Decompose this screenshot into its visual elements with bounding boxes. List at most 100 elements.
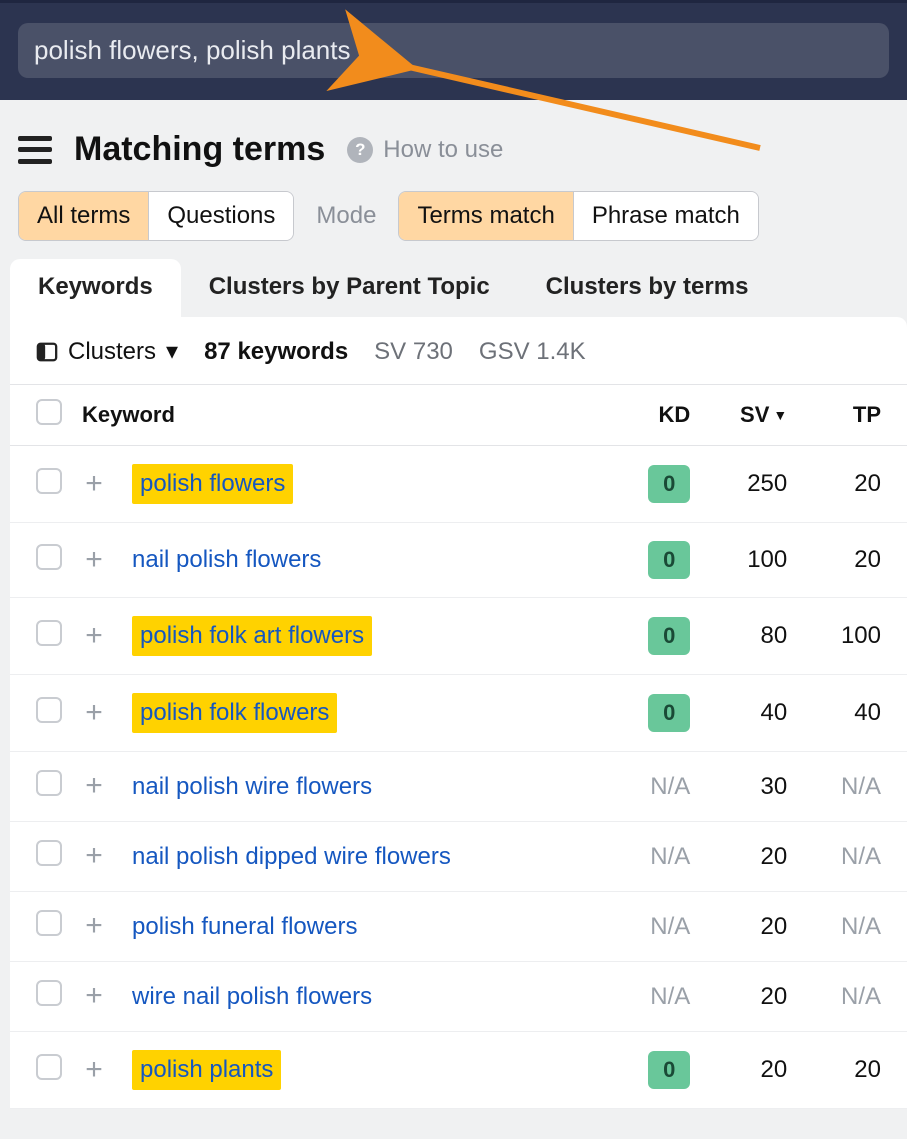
filter-group: All terms Questions: [18, 191, 294, 241]
row-checkbox[interactable]: [36, 544, 62, 570]
kd-badge: 0: [648, 1051, 690, 1089]
table-row: + polish plants 0 2020: [10, 1032, 907, 1109]
sv-value: 20: [700, 1032, 797, 1109]
table-row: + nail polish dipped wire flowers N/A 20 N/A: [10, 822, 907, 892]
keywords-table: Keyword KD SV▼ TP +polish flowers025020+…: [10, 384, 907, 1109]
col-sv-label: SV: [740, 402, 769, 428]
controls-row: All terms Questions Mode Terms match Phr…: [0, 191, 907, 259]
sv-total: SV 730: [374, 338, 453, 366]
keyword-link[interactable]: nail polish flowers: [132, 546, 321, 573]
table-row: + polish flowers 0 25020: [10, 446, 907, 523]
col-keyword[interactable]: Keyword: [72, 385, 611, 446]
mode-label: Mode: [316, 202, 376, 230]
tp-value: 20: [797, 446, 907, 523]
tp-value: N/A: [841, 843, 881, 870]
how-to-use-link[interactable]: ? How to use: [347, 136, 503, 164]
tab-all-terms[interactable]: All terms: [19, 192, 149, 240]
sv-value: 30: [700, 752, 797, 822]
table-row: + nail polish wire flowers N/A 30 N/A: [10, 752, 907, 822]
keyword-link[interactable]: nail polish wire flowers: [132, 773, 372, 800]
tp-value: 20: [797, 523, 907, 598]
sv-value: 100: [700, 523, 797, 598]
chevron-down-icon: ▾: [166, 337, 178, 366]
keyword-link[interactable]: polish plants: [132, 1050, 281, 1090]
keyword-link[interactable]: polish folk art flowers: [132, 616, 372, 656]
sort-desc-icon: ▼: [773, 407, 787, 423]
col-kd[interactable]: KD: [611, 385, 700, 446]
expand-icon[interactable]: +: [82, 841, 106, 871]
keyword-count: 87 keywords: [204, 338, 348, 366]
tp-value: 40: [797, 675, 907, 752]
tab-questions[interactable]: Questions: [149, 192, 293, 240]
tab-clusters-parent[interactable]: Clusters by Parent Topic: [181, 259, 518, 317]
kd-badge: 0: [648, 694, 690, 732]
kd-badge: 0: [648, 541, 690, 579]
expand-icon[interactable]: +: [82, 545, 106, 575]
sv-value: 40: [700, 675, 797, 752]
row-checkbox[interactable]: [36, 1054, 62, 1080]
tab-keywords[interactable]: Keywords: [10, 259, 181, 317]
expand-icon[interactable]: +: [82, 698, 106, 728]
sv-value: 20: [700, 962, 797, 1032]
view-tabs: Keywords Clusters by Parent Topic Cluste…: [0, 259, 907, 317]
gsv-total: GSV 1.4K: [479, 338, 586, 366]
col-sv[interactable]: SV▼: [700, 385, 797, 446]
tab-clusters-terms[interactable]: Clusters by terms: [518, 259, 777, 317]
mode-group: Terms match Phrase match: [398, 191, 758, 241]
col-tp[interactable]: TP: [797, 385, 907, 446]
help-icon: ?: [347, 137, 373, 163]
tp-value: 100: [797, 598, 907, 675]
sv-value: 20: [700, 822, 797, 892]
table-row: + polish folk art flowers 0 80100: [10, 598, 907, 675]
clusters-dropdown[interactable]: Clusters ▾: [36, 337, 178, 366]
sidebar-icon: [36, 341, 58, 363]
table-row: + wire nail polish flowers N/A 20 N/A: [10, 962, 907, 1032]
sv-value: 250: [700, 446, 797, 523]
sv-value: 80: [700, 598, 797, 675]
search-input[interactable]: [18, 23, 889, 78]
keyword-link[interactable]: polish flowers: [132, 464, 293, 504]
table-row: + nail polish flowers 0 10020: [10, 523, 907, 598]
expand-icon[interactable]: +: [82, 469, 106, 499]
page-title: Matching terms: [74, 130, 325, 169]
row-checkbox[interactable]: [36, 980, 62, 1006]
menu-icon[interactable]: [18, 136, 52, 164]
expand-icon[interactable]: +: [82, 981, 106, 1011]
keyword-link[interactable]: nail polish dipped wire flowers: [132, 843, 451, 870]
keyword-link[interactable]: wire nail polish flowers: [132, 983, 372, 1010]
tp-value: N/A: [841, 913, 881, 940]
kd-badge: 0: [648, 617, 690, 655]
expand-icon[interactable]: +: [82, 771, 106, 801]
tab-phrase-match[interactable]: Phrase match: [574, 192, 758, 240]
expand-icon[interactable]: +: [82, 1055, 106, 1085]
results-panel: Clusters ▾ 87 keywords SV 730 GSV 1.4K K…: [10, 317, 907, 1109]
kd-value: N/A: [650, 773, 690, 800]
row-checkbox[interactable]: [36, 770, 62, 796]
tp-value: 20: [797, 1032, 907, 1109]
tab-terms-match[interactable]: Terms match: [399, 192, 573, 240]
kd-value: N/A: [650, 983, 690, 1010]
stats-row: Clusters ▾ 87 keywords SV 730 GSV 1.4K: [10, 317, 907, 384]
clusters-label: Clusters: [68, 338, 156, 366]
tp-value: N/A: [841, 773, 881, 800]
row-checkbox[interactable]: [36, 620, 62, 646]
select-all-checkbox[interactable]: [36, 399, 62, 425]
table-row: + polish folk flowers 0 4040: [10, 675, 907, 752]
row-checkbox[interactable]: [36, 840, 62, 866]
row-checkbox[interactable]: [36, 468, 62, 494]
top-bar: [0, 0, 907, 100]
tp-value: N/A: [841, 983, 881, 1010]
table-row: + polish funeral flowers N/A 20 N/A: [10, 892, 907, 962]
keyword-link[interactable]: polish folk flowers: [132, 693, 337, 733]
expand-icon[interactable]: +: [82, 621, 106, 651]
keyword-link[interactable]: polish funeral flowers: [132, 913, 357, 940]
expand-icon[interactable]: +: [82, 911, 106, 941]
sv-value: 20: [700, 892, 797, 962]
page-header: Matching terms ? How to use: [0, 100, 907, 191]
row-checkbox[interactable]: [36, 697, 62, 723]
kd-badge: 0: [648, 465, 690, 503]
help-label: How to use: [383, 136, 503, 164]
kd-value: N/A: [650, 913, 690, 940]
kd-value: N/A: [650, 843, 690, 870]
row-checkbox[interactable]: [36, 910, 62, 936]
